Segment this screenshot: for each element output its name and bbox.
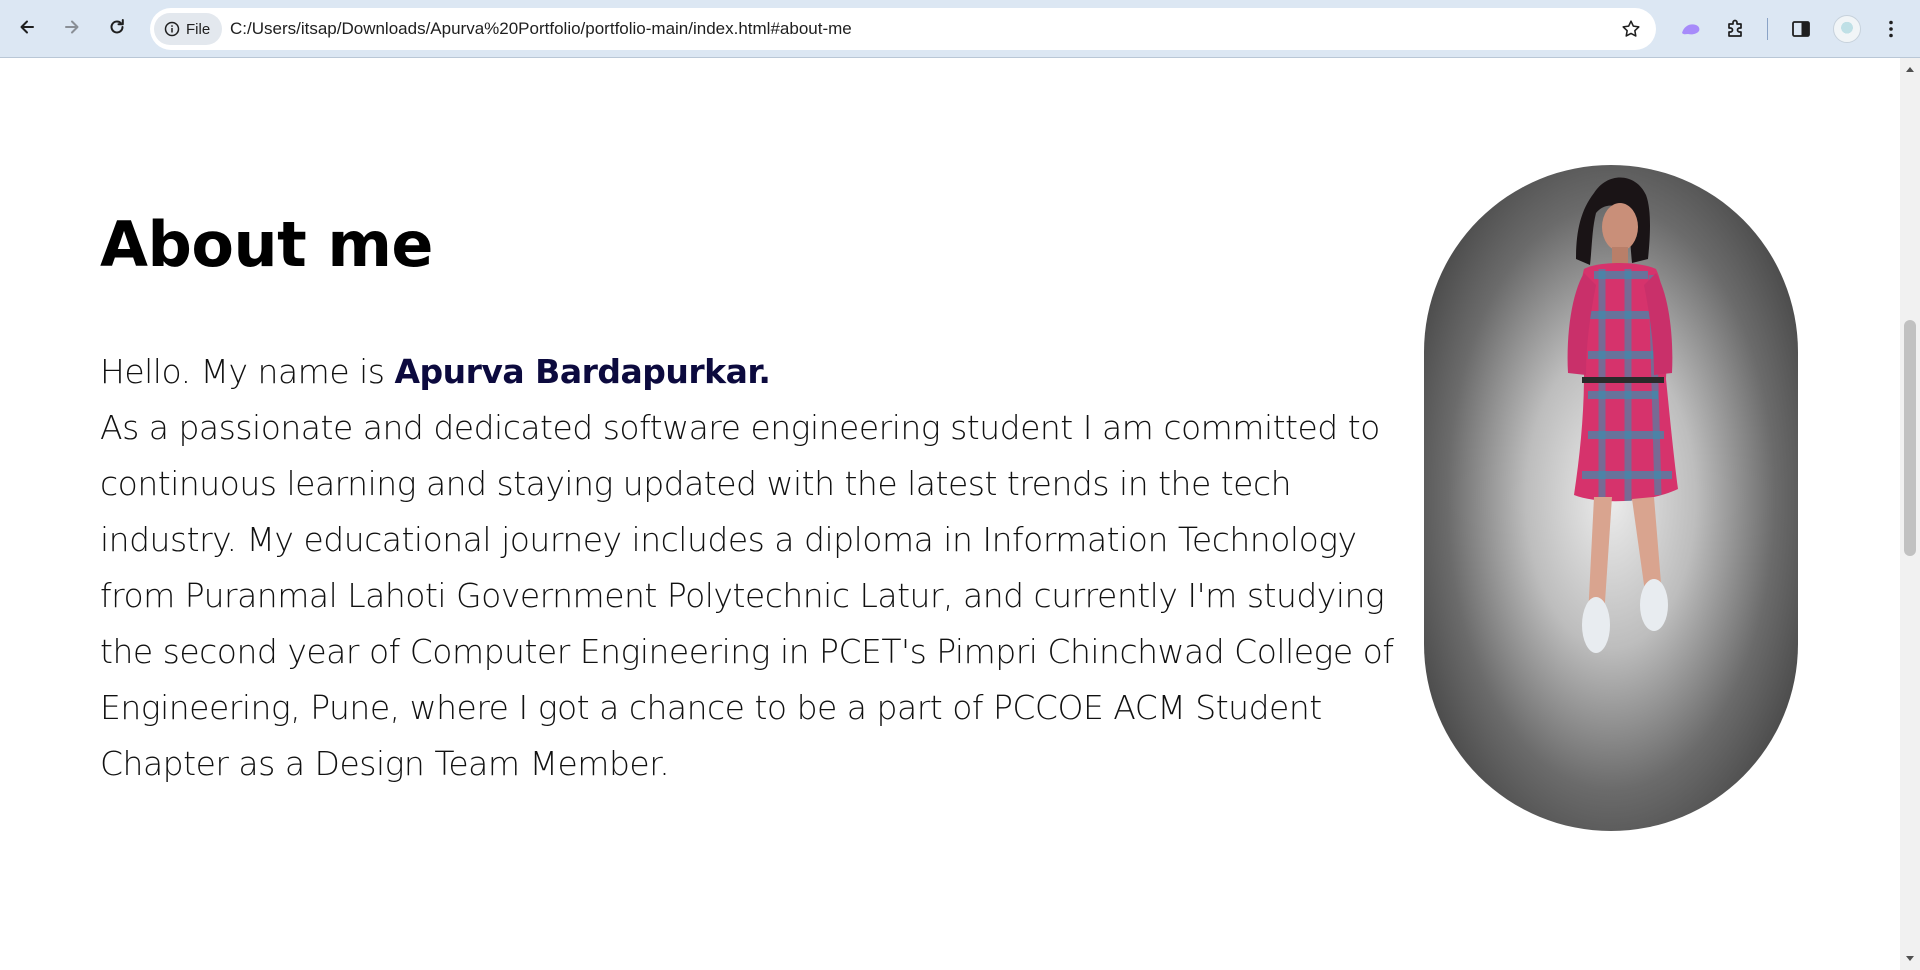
site-info-chip[interactable]: File <box>154 13 223 45</box>
bookmark-star-icon <box>1622 20 1640 37</box>
page-viewport: About me Hello. My name is Apurva Bardap… <box>0 58 1900 970</box>
page-scrollbar[interactable] <box>1900 58 1920 970</box>
side-panel-button[interactable] <box>1786 14 1816 44</box>
side-panel-icon <box>1792 21 1810 37</box>
address-bar[interactable]: File C:/Users/itsap/Downloads/Apurva%20P… <box>150 8 1656 50</box>
bookmark-button[interactable] <box>1616 14 1646 44</box>
person-silhouette-icon <box>1567 177 1678 653</box>
forward-button[interactable] <box>54 9 90 45</box>
bio-text: As a passionate and dedicated software e… <box>100 408 1394 783</box>
extension-app-button[interactable] <box>1676 14 1706 44</box>
reload-icon <box>110 19 124 34</box>
caret-up-icon <box>1906 67 1914 72</box>
extensions-button[interactable] <box>1721 14 1751 44</box>
scroll-thumb[interactable] <box>1904 320 1916 556</box>
reload-button[interactable] <box>99 9 135 45</box>
back-arrow-icon <box>20 20 34 34</box>
section-title: About me <box>100 208 433 281</box>
info-icon <box>164 21 180 37</box>
profile-avatar-icon[interactable] <box>1833 15 1861 43</box>
caret-down-icon <box>1906 956 1914 961</box>
author-name: Apurva Bardapurkar. <box>394 352 771 391</box>
profile-photo <box>1424 165 1798 831</box>
about-paragraph: Hello. My name is Apurva Bardapurkar. As… <box>100 344 1420 792</box>
scroll-up-button[interactable] <box>1900 60 1920 78</box>
kebab-menu-icon <box>1889 20 1893 38</box>
browser-toolbar: File C:/Users/itsap/Downloads/Apurva%20P… <box>0 0 1920 58</box>
intro-text: Hello. My name is <box>100 352 395 391</box>
toolbar-divider <box>1767 18 1768 40</box>
puzzle-extensions-icon <box>1728 19 1742 37</box>
url-text[interactable]: C:/Users/itsap/Downloads/Apurva%20Portfo… <box>230 8 852 50</box>
site-info-label: File <box>186 20 211 38</box>
scroll-down-button[interactable] <box>1900 950 1920 968</box>
forward-arrow-icon <box>65 20 79 34</box>
extension-app-icon <box>1682 24 1700 35</box>
chrome-menu-button[interactable] <box>1876 14 1906 44</box>
back-button[interactable] <box>9 9 45 45</box>
